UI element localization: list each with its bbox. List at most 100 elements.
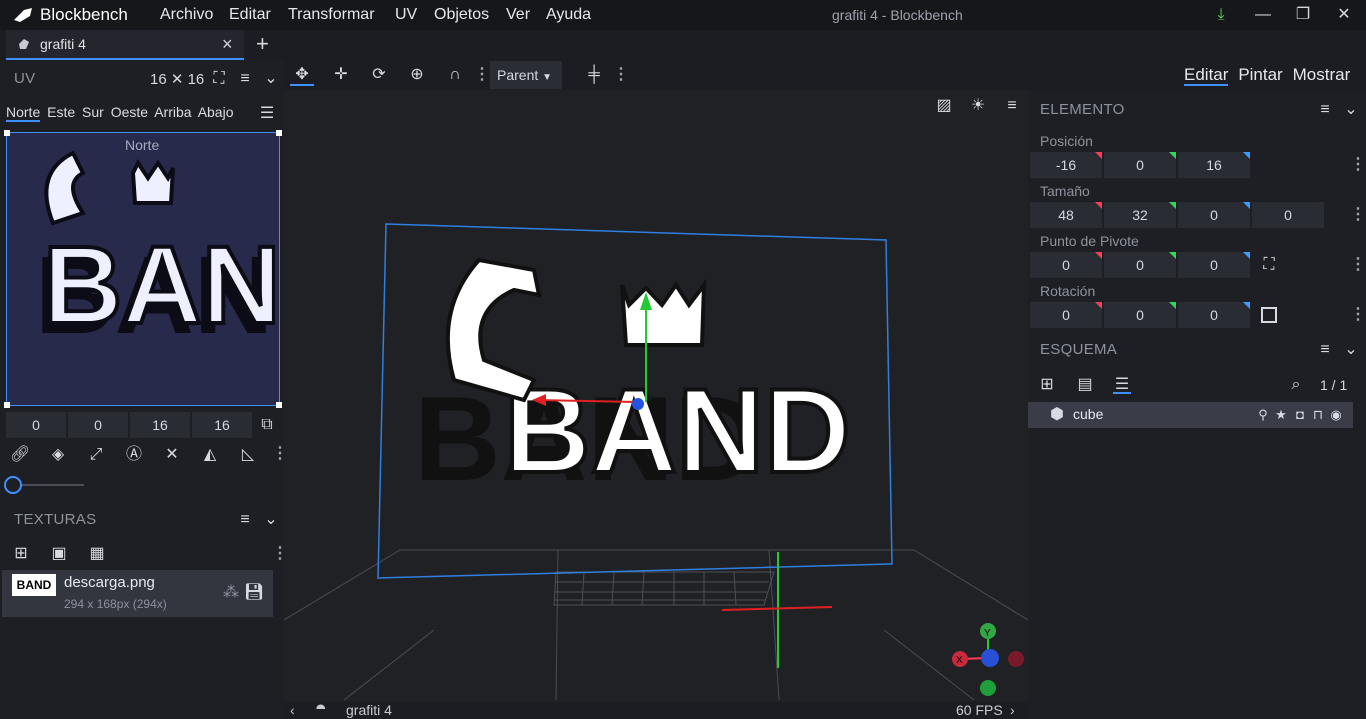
move-tool-icon[interactable]: ✥ [290, 64, 314, 86]
inflate-value[interactable]: 0 [1252, 202, 1324, 228]
menu-icon[interactable]: ≡ [1316, 101, 1334, 119]
tab-oeste[interactable]: Oeste [111, 104, 148, 120]
save-icon[interactable]: 💾︎ [244, 584, 264, 602]
maximize-button[interactable]: ❐ [1292, 4, 1314, 26]
rotate-uv-icon[interactable]: ◺ [239, 446, 257, 464]
uv-coord-y[interactable]: 0 [68, 412, 128, 438]
add-texture-icon[interactable]: ⊞ [12, 545, 30, 563]
chevron-down-icon[interactable]: ⌄ [1342, 341, 1360, 359]
pivot-x[interactable]: 0 [1030, 252, 1102, 278]
mode-mostrar[interactable]: Mostrar [1293, 65, 1351, 84]
blockbench-logo-icon [14, 8, 32, 22]
size-x[interactable]: 48 [1030, 202, 1102, 228]
outliner-toggle-icon[interactable]: ☰ [1113, 376, 1131, 394]
camera-icon[interactable]: ◘ [1291, 406, 1309, 424]
maximize-uv-icon[interactable]: ⤢ [87, 446, 105, 464]
tab-arriba[interactable]: Arriba [154, 104, 191, 120]
more-icon[interactable]: ⋮ [1350, 257, 1366, 273]
uv-rotation-slider[interactable] [14, 484, 84, 486]
star-icon[interactable]: ★ [1272, 406, 1290, 424]
clear-uv-icon[interactable]: ✕ [163, 446, 181, 464]
update-download-icon[interactable]: ⤓ [1210, 4, 1232, 26]
center-pivot-icon[interactable]: ⛶ [1260, 256, 1278, 274]
menu-editar[interactable]: Editar [229, 4, 271, 26]
fullscreen-icon[interactable]: ⛶ [210, 70, 228, 88]
tab-norte[interactable]: Norte [6, 104, 41, 122]
chevron-down-icon[interactable]: ⌄ [262, 511, 280, 529]
menu-uv[interactable]: UV [395, 4, 417, 26]
menu-objetos[interactable]: Objetos [434, 4, 489, 26]
menu-transformar[interactable]: Transformar [288, 4, 375, 26]
3d-viewport[interactable]: BAND BAND Y X ▨ ☀ ≡ [283, 90, 1029, 702]
chevron-down-icon[interactable]: ⌄ [1342, 101, 1360, 119]
mode-editar[interactable]: Editar [1184, 65, 1229, 86]
tab-este[interactable]: Este [47, 104, 75, 120]
image-icon[interactable]: ▨ [935, 97, 953, 115]
more-icon[interactable]: ⋮ [1350, 307, 1366, 323]
menu-icon[interactable]: ≡ [1316, 341, 1334, 359]
more-icon[interactable]: ⋮ [1350, 207, 1366, 223]
chevron-left-icon[interactable]: ‹ [290, 702, 295, 718]
search-icon[interactable]: ⌕ [1287, 376, 1305, 394]
slider-handle[interactable] [4, 476, 22, 494]
new-tab-button[interactable]: + [256, 31, 269, 57]
size-y[interactable]: 32 [1104, 202, 1176, 228]
pivot-tool-icon[interactable]: ⊕ [405, 64, 429, 86]
more-icon[interactable]: ⋮ [1350, 157, 1366, 173]
menu-archivo[interactable]: Archivo [160, 4, 213, 26]
rotate-tool-icon[interactable]: ⟳ [367, 64, 391, 86]
position-z[interactable]: 16 [1178, 152, 1250, 178]
tab-abajo[interactable]: Abajo [198, 104, 234, 120]
add-group-icon[interactable]: ▤ [1076, 376, 1094, 394]
lock-icon[interactable]: ⊓ [1309, 406, 1327, 424]
resize-tool-icon[interactable]: ✛ [329, 64, 353, 86]
brightness-icon[interactable]: ☀ [969, 97, 987, 115]
rescale-checkbox[interactable] [1261, 307, 1277, 323]
more-icon[interactable]: ⋮ [474, 67, 490, 83]
chevron-right-icon[interactable]: › [1010, 702, 1015, 718]
more-icon[interactable]: ⋮ [613, 67, 629, 83]
svg-text:X: X [956, 655, 963, 666]
transform-space-select[interactable]: Parent ▼ [490, 61, 562, 89]
import-texture-icon[interactable]: ▣ [50, 545, 68, 563]
uv-coord-h[interactable]: 16 [192, 412, 252, 438]
menu-ayuda[interactable]: Ayuda [546, 4, 591, 26]
outliner-item[interactable]: ⬢ cube ⚲ ★ ◘ ⊓ ◉ [1028, 402, 1353, 428]
menu-icon[interactable]: ≡ [1003, 97, 1021, 115]
pivot-y[interactable]: 0 [1104, 252, 1176, 278]
menu-icon[interactable]: ≡ [236, 70, 254, 88]
position-x[interactable]: -16 [1030, 152, 1102, 178]
size-z[interactable]: 0 [1178, 202, 1250, 228]
rotation-y[interactable]: 0 [1104, 302, 1176, 328]
position-y[interactable]: 0 [1104, 152, 1176, 178]
close-window-button[interactable]: ✕ [1333, 4, 1355, 26]
vertex-snap-icon[interactable]: ∩ [443, 64, 467, 86]
visibility-eye-icon[interactable]: ◉ [1327, 406, 1345, 424]
tab-close-icon[interactable]: × [222, 34, 233, 55]
copy-icon[interactable]: ⧉ [258, 416, 276, 434]
texture-atlas-icon[interactable]: ▦ [88, 545, 106, 563]
pivot-z[interactable]: 0 [1178, 252, 1250, 278]
uv-editor-canvas[interactable]: Norte BAND BAND [4, 130, 282, 408]
mode-pintar[interactable]: Pintar [1238, 65, 1282, 84]
checklist-icon[interactable]: ☰ [258, 105, 276, 123]
rotation-z[interactable]: 0 [1178, 302, 1250, 328]
snap-grid-icon[interactable]: ╪ [582, 64, 606, 86]
rotation-x[interactable]: 0 [1030, 302, 1102, 328]
uv-coord-w[interactable]: 16 [130, 412, 190, 438]
menu-ver[interactable]: Ver [506, 4, 530, 26]
chevron-down-icon[interactable]: ⌄ [262, 70, 280, 88]
auto-uv-icon[interactable]: Ⓐ [125, 446, 143, 464]
pin-icon[interactable]: ⚲ [1254, 406, 1272, 424]
link-icon[interactable]: 🔗︎ [10, 446, 30, 464]
minimize-button[interactable]: — [1252, 4, 1274, 26]
menu-icon[interactable]: ≡ [236, 511, 254, 529]
tab-sur[interactable]: Sur [82, 104, 104, 120]
add-cube-icon[interactable]: ⊞ [1038, 376, 1056, 394]
fill-bucket-icon[interactable]: ◈ [49, 446, 67, 464]
uv-coord-x[interactable]: 0 [6, 412, 66, 438]
mirror-icon[interactable]: ◭ [201, 446, 219, 464]
texture-item[interactable]: BAND descarga.png 294 x 168px (294x) ⁂ 💾… [2, 570, 273, 617]
particle-icon[interactable]: ⁂ [222, 584, 240, 602]
project-tab[interactable]: grafiti 4 × [6, 30, 244, 60]
